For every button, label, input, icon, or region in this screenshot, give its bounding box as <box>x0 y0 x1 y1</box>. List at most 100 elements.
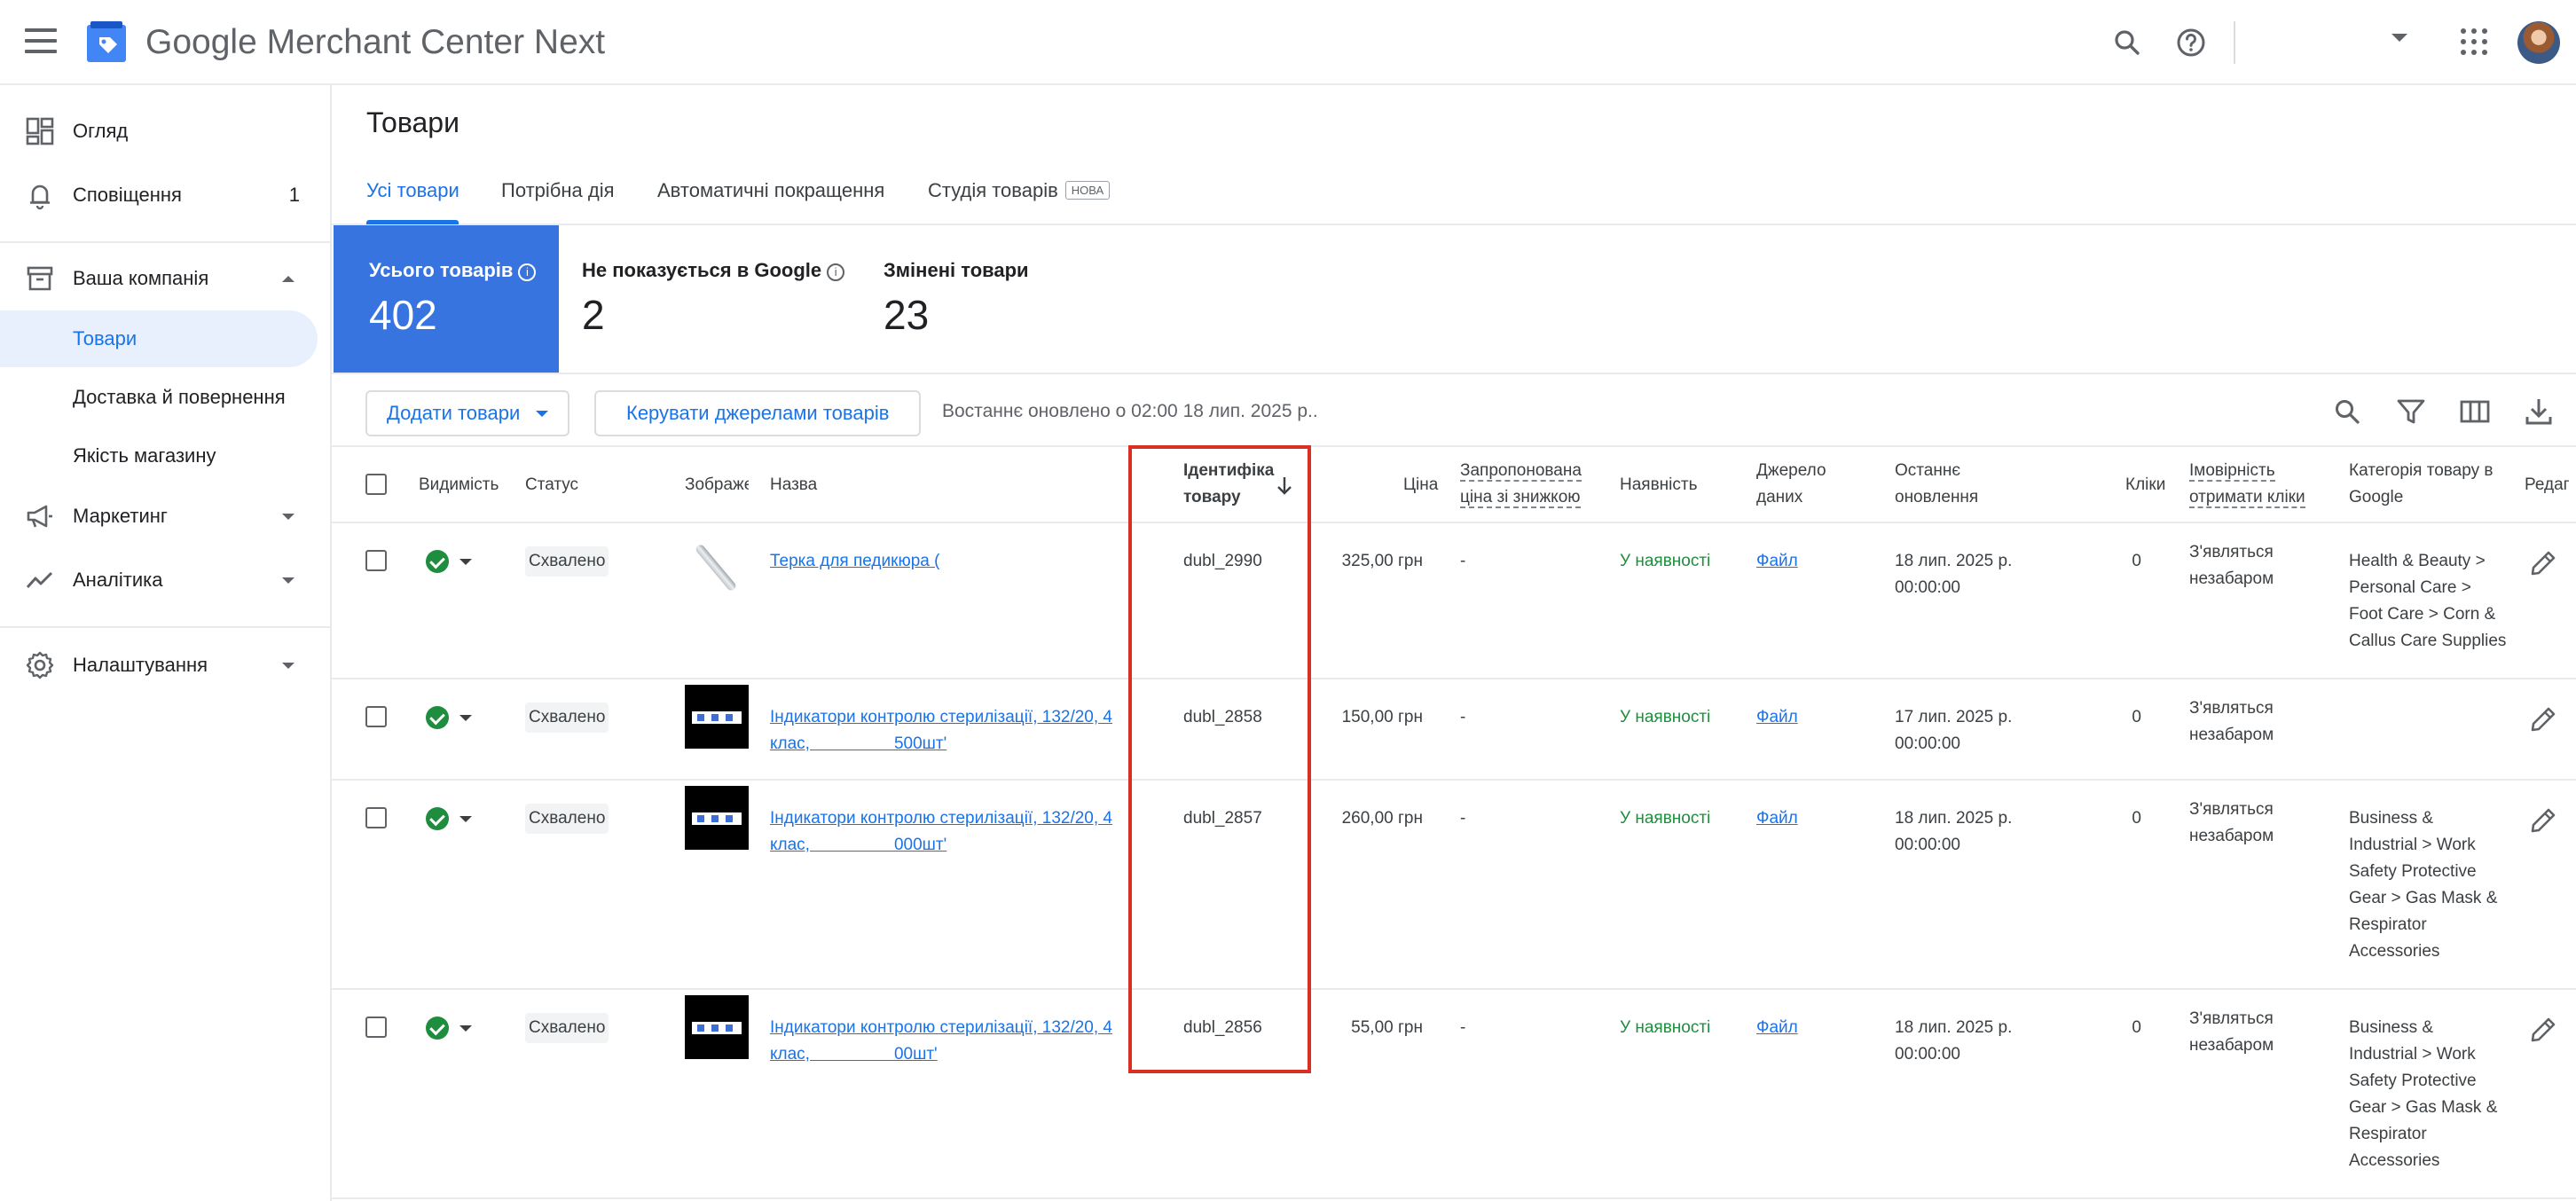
header-google-category[interactable]: Категорія товару в Google <box>2349 458 2493 511</box>
stat-label: Усього товарів i <box>369 259 537 282</box>
tab-product-studio[interactable]: Студія товарів НОВА <box>928 179 1111 202</box>
sidebar: Огляд Сповіщення 1 Ваша компанія Товари … <box>0 85 332 1201</box>
sidebar-item-notifications[interactable]: Сповіщення 1 <box>0 167 319 224</box>
table-row: Схвалено Терка для педикюра ( dubl_2990 … <box>332 523 2576 679</box>
click-probability: З'являться незабаром <box>2189 543 2274 588</box>
table-row: Схвалено Індикатори контролю стерилізаці… <box>332 781 2576 990</box>
chevron-down-icon <box>459 816 472 822</box>
merchant-center-logo-icon <box>87 21 126 62</box>
header-availability[interactable]: Наявність <box>1620 472 1698 498</box>
product-name-link[interactable]: Терка для педикюра ( <box>770 548 939 575</box>
product-thumbnail[interactable] <box>685 685 749 749</box>
visibility-dropdown[interactable] <box>426 807 475 832</box>
header-data-source[interactable]: Джерело даних <box>1756 458 1826 511</box>
sidebar-item-analytics[interactable]: Аналітика <box>0 552 319 608</box>
row-checkbox[interactable] <box>365 807 387 828</box>
row-checkbox[interactable] <box>365 1017 387 1038</box>
product-thumbnail[interactable] <box>685 786 749 850</box>
add-products-button[interactable]: Додати товари <box>365 390 570 436</box>
header-status[interactable]: Статус <box>525 472 578 498</box>
account-switcher-chevron-down-icon[interactable] <box>2391 34 2407 42</box>
visibility-dropdown[interactable] <box>426 706 475 731</box>
sidebar-item-company[interactable]: Ваша компанія <box>0 250 319 307</box>
sidebar-item-store-quality[interactable]: Якість магазину <box>0 428 318 484</box>
sidebar-item-label: Налаштування <box>73 654 208 676</box>
product-name-link[interactable]: Індикатори контролю стерилізації, 132/20… <box>770 805 1112 859</box>
click-probability: З'являться незабаром <box>2189 800 2274 845</box>
chevron-down-icon <box>459 1025 472 1032</box>
sidebar-item-settings[interactable]: Налаштування <box>0 637 319 694</box>
status-badge: Схвалено <box>525 703 609 733</box>
stat-label: Змінені товари <box>884 259 1029 281</box>
data-source-link[interactable]: Файл <box>1756 1015 1798 1041</box>
header-sale-price[interactable]: Запропонована ціна зі знижкою <box>1460 458 1582 511</box>
apps-grid-icon[interactable] <box>2461 28 2487 55</box>
select-all-checkbox[interactable] <box>365 474 387 495</box>
table-row: Схвалено Індикатори контролю стерилізаці… <box>332 990 2576 1199</box>
check-circle-icon <box>426 706 449 729</box>
search-icon[interactable] <box>2331 396 2363 428</box>
header-edit: Редаг <box>2525 475 2570 494</box>
sidebar-item-products[interactable]: Товари <box>0 310 318 367</box>
sidebar-item-shipping[interactable]: Доставка й повернення <box>0 369 318 426</box>
tab-all-products[interactable]: Усі товари <box>366 179 459 202</box>
edit-pencil-icon[interactable] <box>2528 1015 2558 1045</box>
product-name-link[interactable]: Індикатори контролю стерилізації, 132/20… <box>770 1015 1112 1068</box>
row-checkbox[interactable] <box>365 550 387 571</box>
avatar[interactable] <box>2517 21 2560 64</box>
sale-price: - <box>1460 552 1466 570</box>
edit-pencil-icon[interactable] <box>2528 704 2558 734</box>
data-source-link[interactable]: Файл <box>1756 704 1798 731</box>
header-clicks[interactable]: Кліки <box>2125 472 2165 498</box>
click-probability: З'являться незабаром <box>2189 699 2274 744</box>
header-price[interactable]: Ціна <box>1403 472 1438 498</box>
sidebar-item-marketing[interactable]: Маркетинг <box>0 488 319 545</box>
stat-changed-products[interactable]: Змінені товари 23 <box>876 225 1143 373</box>
availability: У наявності <box>1620 708 1711 726</box>
tab-action-needed[interactable]: Потрібна дія <box>501 179 615 202</box>
edit-pencil-icon[interactable] <box>2528 548 2558 578</box>
header-product-id[interactable]: Ідентифіка товару <box>1183 458 1274 511</box>
account-separator <box>2234 21 2235 64</box>
header-click-probability[interactable]: Імовірність отримати кліки <box>2189 458 2305 511</box>
filter-icon[interactable] <box>2395 396 2427 428</box>
header-last-updated[interactable]: Останнє оновлення <box>1895 458 1978 511</box>
help-icon[interactable] <box>2173 25 2209 60</box>
product-thumbnail[interactable] <box>685 532 749 596</box>
dashboard-icon <box>26 117 54 145</box>
visibility-dropdown[interactable] <box>426 1017 475 1041</box>
last-updated-text: Востаннє оновлено о 02:00 18 лип. 2025 р… <box>942 401 1318 421</box>
table-header: Видимість Статус Зображе Назва Ідентифік… <box>332 447 2576 523</box>
product-name-link[interactable]: Індикатори контролю стерилізації, 132/20… <box>770 704 1112 757</box>
header-image[interactable]: Зображе <box>685 472 749 498</box>
price: 55,00 грн <box>1351 1018 1423 1037</box>
product-id: dubl_2857 <box>1183 809 1262 828</box>
tab-auto-improvements[interactable]: Автоматичні покращення <box>657 179 884 202</box>
chevron-down-icon <box>459 559 472 565</box>
main-menu-icon[interactable] <box>25 28 57 55</box>
sidebar-item-label: Маркетинг <box>73 505 168 527</box>
manage-sources-button[interactable]: Керувати джерелами товарів <box>594 390 922 436</box>
data-source-link[interactable]: Файл <box>1756 548 1798 575</box>
sidebar-item-overview[interactable]: Огляд <box>0 103 319 160</box>
download-icon[interactable] <box>2523 396 2555 428</box>
header-name[interactable]: Назва <box>770 472 817 498</box>
edit-pencil-icon[interactable] <box>2528 805 2558 836</box>
sort-descending-arrow-icon[interactable] <box>1276 475 1293 497</box>
row-checkbox[interactable] <box>365 706 387 727</box>
search-icon[interactable] <box>2109 25 2145 60</box>
clicks: 0 <box>2132 708 2141 726</box>
product-thumbnail[interactable] <box>685 995 749 1059</box>
sidebar-divider <box>0 241 330 243</box>
data-source-link[interactable]: Файл <box>1756 805 1798 832</box>
stat-not-shown-in-google[interactable]: Не показується в Google i 2 <box>561 225 862 373</box>
visibility-dropdown[interactable] <box>426 550 475 575</box>
availability: У наявності <box>1620 1018 1711 1037</box>
page-title: Товари <box>366 106 459 138</box>
megaphone-icon <box>27 505 52 528</box>
stat-total-products[interactable]: Усього товарів i 402 <box>334 225 559 373</box>
sidebar-item-label: Товари <box>73 327 137 349</box>
header-visibility[interactable]: Видимість <box>419 472 499 498</box>
sidebar-item-label: Сповіщення <box>73 184 182 206</box>
columns-icon[interactable] <box>2459 396 2491 428</box>
